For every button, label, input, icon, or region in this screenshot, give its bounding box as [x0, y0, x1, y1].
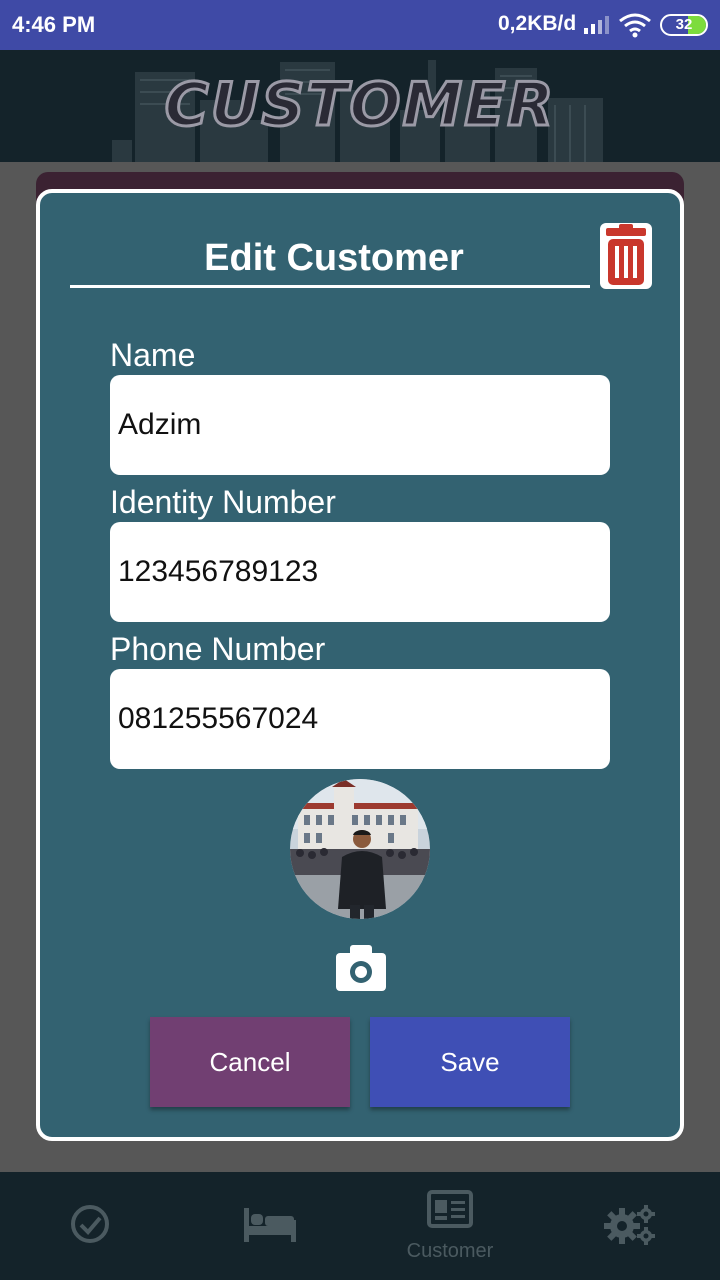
- camera-icon[interactable]: [336, 945, 386, 991]
- nav-item-checkin[interactable]: [0, 1172, 180, 1280]
- status-time: 4:46 PM: [12, 12, 96, 37]
- header-title: CUSTOMER: [163, 69, 556, 142]
- title-underline: [70, 285, 590, 288]
- cancel-button[interactable]: Cancel: [150, 1017, 350, 1107]
- wifi-icon: [619, 13, 651, 38]
- signal-icon: [584, 16, 609, 34]
- bottom-navigation: Customer: [0, 1172, 720, 1280]
- gears-icon: [604, 1205, 655, 1245]
- check-circle-icon: [71, 1205, 109, 1243]
- nav-item-rooms[interactable]: [180, 1172, 360, 1280]
- edit-customer-dialog: Edit Customer Name Identity Number Phone…: [36, 189, 684, 1141]
- nav-item-settings[interactable]: [540, 1172, 720, 1280]
- phone-number-input[interactable]: [110, 669, 610, 769]
- network-speed: 0,2KB/d: [498, 12, 577, 35]
- battery-level: 32: [675, 16, 693, 33]
- save-button[interactable]: Save: [370, 1017, 570, 1107]
- trash-icon[interactable]: [600, 223, 652, 289]
- nav-label-customer: Customer: [406, 1240, 494, 1262]
- id-card-icon: [427, 1190, 473, 1228]
- name-input[interactable]: [110, 375, 610, 475]
- header-banner: CUSTOMER: [0, 50, 720, 162]
- dialog-title: Edit Customer: [204, 237, 464, 279]
- status-bar: 4:46 PM 0,2KB/d 32: [0, 0, 720, 50]
- phone-number-label: Phone Number: [110, 631, 326, 667]
- bed-icon: [244, 1208, 296, 1242]
- customer-photo: [290, 779, 430, 919]
- name-label: Name: [110, 337, 196, 373]
- identity-number-input[interactable]: [110, 522, 610, 622]
- identity-number-label: Identity Number: [110, 484, 336, 520]
- nav-item-customer[interactable]: Customer: [360, 1172, 540, 1280]
- battery-icon: 32: [660, 14, 708, 36]
